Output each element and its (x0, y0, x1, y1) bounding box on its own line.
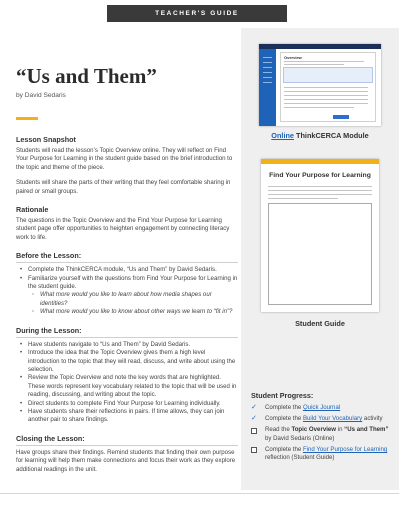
list-item: Complete the ThinkCERCA module, “Us and … (20, 266, 238, 275)
snapshot-paragraph-1: Students will read the lesson’s Topic Ov… (16, 147, 233, 171)
sidebar-panel: Overview Online ThinkCERCA Module Find Y… (241, 28, 399, 490)
module-caption: Online ThinkCERCA Module (241, 131, 399, 140)
lesson-title: “Us and Them” (16, 64, 157, 88)
progress-item-vocabulary: ✓ Complete the Build Your Vocabulary act… (251, 415, 383, 423)
list-item: Have students navigate to “Us and Them” … (20, 341, 238, 350)
checkbox-icon[interactable] (251, 447, 257, 453)
progress-item-quick-journal: ✓ Complete the Quick Journal (251, 404, 341, 411)
closing-paragraph: Have groups share their findings. Remind… (16, 448, 236, 473)
progress-heading: Student Progress: (251, 391, 314, 400)
guide-response-box (268, 203, 372, 305)
checkmark-icon: ✓ (251, 415, 257, 423)
closing-heading: Closing the Lesson: (16, 434, 238, 446)
checkmark-icon: ✓ (251, 404, 257, 411)
list-item: Introduce the idea that the Topic Overvi… (20, 349, 238, 374)
guide-mock-title: Find Your Purpose for Learning (269, 172, 371, 179)
rationale-heading: Rationale (16, 205, 49, 215)
list-item: What more would you like to know about o… (32, 308, 238, 317)
during-heading: During the Lesson: (16, 326, 238, 338)
module-continue-button (333, 115, 349, 119)
list-item: Familiarize yourself with the questions … (20, 275, 238, 317)
list-item-text: Familiarize yourself with the questions … (28, 274, 238, 291)
accent-divider (16, 117, 38, 120)
lesson-column: “Us and Them” by David Sedaris Lesson Sn… (16, 64, 238, 474)
module-sidebar (259, 49, 276, 126)
find-purpose-link[interactable]: Find Your Purpose for Learning (303, 446, 387, 453)
lesson-author: by David Sedaris (16, 92, 66, 99)
student-progress: Student Progress: ✓ Complete the Quick J… (251, 391, 395, 465)
student-guide-caption: Student Guide (295, 319, 345, 328)
module-topbar (259, 44, 381, 49)
guide-accent-bar (261, 159, 379, 164)
teachers-guide-label: TEACHER'S GUIDE (107, 5, 287, 22)
module-caption-text: ThinkCERCA Module (296, 131, 369, 140)
top-banner: TEACHER'S GUIDE (0, 0, 399, 22)
snapshot-paragraph-2: Students will share the parts of their w… (16, 179, 231, 195)
progress-item-topic-overview: Read the Topic Overview in “Us and Them”… (251, 426, 395, 442)
list-item: Have students share their reflections in… (20, 408, 238, 425)
snapshot-heading: Lesson Snapshot (16, 135, 76, 144)
footer-rule (0, 493, 399, 494)
progress-item-purpose-reflection: Complete the Find Your Purpose for Learn… (251, 446, 395, 462)
before-heading: Before the Lesson: (16, 251, 238, 264)
rationale-paragraph: The questions in the Topic Overview and … (16, 217, 230, 241)
build-vocabulary-link[interactable]: Build Your Vocabulary (303, 415, 362, 422)
module-panel-title: Overview (284, 55, 302, 60)
quick-journal-link[interactable]: Quick Journal (303, 404, 340, 411)
during-list: Have students navigate to “Us and Them” … (20, 341, 238, 425)
student-guide-thumbnail: Find Your Purpose for Learning (261, 159, 379, 312)
online-module-link[interactable]: Online (271, 131, 294, 140)
list-item: What more would you like to learn about … (32, 291, 238, 308)
module-highlight-box (283, 67, 373, 83)
module-screenshot: Overview (259, 44, 381, 126)
list-item: Direct students to complete Find Your Pu… (20, 400, 238, 409)
before-list: Complete the ThinkCERCA module, “Us and … (20, 266, 238, 317)
checkbox-icon[interactable] (251, 427, 257, 434)
before-sublist: What more would you like to learn about … (32, 291, 238, 317)
list-item: Review the Topic Overview and note the k… (20, 374, 238, 399)
